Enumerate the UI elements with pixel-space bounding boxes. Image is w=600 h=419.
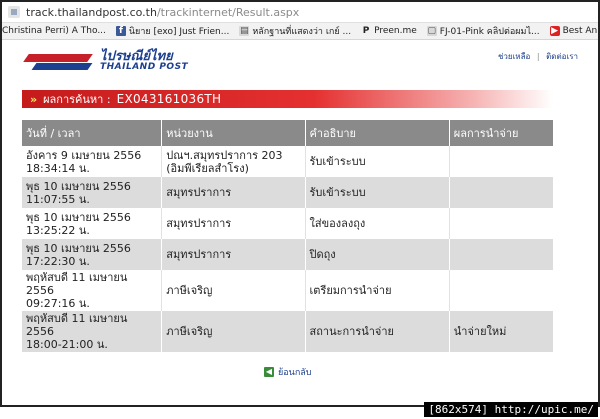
preen-icon: P xyxy=(362,26,370,36)
bookmark-label: Christina Perri) A Tho... xyxy=(2,26,106,36)
bookmark-label: FJ-01-Pink คลิปต่อผมไ... xyxy=(439,27,540,37)
bookmark-label: นิยาย [exo] Just Frien... xyxy=(128,27,230,37)
address-bar[interactable]: track.thailandpost.co.th/trackinternet/R… xyxy=(2,2,598,23)
browser-window: track.thailandpost.co.th/trackinternet/R… xyxy=(0,0,600,407)
result-header: » ผลการค้นหา : EX043161036TH xyxy=(22,90,553,108)
tracking-table: วันที่ / เวลา หน่วยงาน คำอธิบาย ผลการนำจ… xyxy=(22,120,553,352)
bookmark-item[interactable]: ▢ FJ-01-Pink คลิปต่อผมไ... xyxy=(426,24,540,38)
url-host: track.thailandpost.co.th xyxy=(26,5,157,19)
cell-office: สมุทรปราการ xyxy=(161,208,306,239)
cell-datetime: พุธ 10 เมษายน 2556 17:22:30 น. xyxy=(22,239,163,270)
column-header-office: หน่วยงาน xyxy=(161,120,306,146)
cell-office: ภาษีเจริญ xyxy=(161,270,306,311)
cell-result xyxy=(449,208,553,239)
logo-thai: ไปรษณีย์ไทย xyxy=(100,49,173,64)
cell-description: รับเข้าระบบ xyxy=(305,177,450,208)
document-icon: ▤ xyxy=(239,26,250,36)
youtube-icon: ▶ xyxy=(549,26,560,36)
result-label: ผลการค้นหา : xyxy=(43,93,111,106)
bookmarks-bar: Christina Perri) A Tho... f นิยาย [exo] … xyxy=(2,23,598,40)
contact-link[interactable]: ติดต่อเรา xyxy=(546,52,578,61)
bookmark-item[interactable]: ▤ หลักฐานที่แสดงว่า เกย์ ... xyxy=(239,24,351,38)
cell-time: 13:25:22 น. xyxy=(26,223,90,237)
table-row: พุธ 10 เมษายน 2556 13:25:22 น. สมุทรปรากา… xyxy=(22,208,553,239)
cell-datetime: พฤหัสบดี 11 เมษายน 2556 18:00-21:00 น. xyxy=(22,311,163,352)
cell-office: สมุทรปราการ xyxy=(161,177,306,208)
logo-text: ไปรษณีย์ไทย THAILAND POST xyxy=(100,49,189,73)
cell-time: 09:27:16 น. xyxy=(26,297,90,310)
image-watermark: [862x574] http://upic.me/ xyxy=(424,402,598,417)
cell-time: 17:22:30 น. xyxy=(26,254,90,268)
cell-datetime: พุธ 10 เมษายน 2556 13:25:22 น. xyxy=(22,208,163,239)
cell-date: พฤหัสบดี 11 เมษายน 2556 xyxy=(26,271,128,297)
cell-description: รับเข้าระบบ xyxy=(305,146,450,177)
cell-date: พุธ 10 เมษายน 2556 xyxy=(26,241,131,255)
bookmark-label: หลักฐานที่แสดงว่า เกย์ ... xyxy=(252,27,352,37)
bookmark-item[interactable]: Christina Perri) A Tho... xyxy=(2,26,106,36)
table-row: พุธ 10 เมษายน 2556 17:22:30 น. สมุทรปรากา… xyxy=(22,239,553,270)
cell-datetime: อังคาร 9 เมษายน 2556 18:34:14 น. xyxy=(22,146,163,177)
url-text[interactable]: track.thailandpost.co.th/trackinternet/R… xyxy=(26,6,299,19)
table-row: พุธ 10 เมษายน 2556 11:07:55 น. สมุทรปรากา… xyxy=(22,177,553,208)
cell-time: 18:00-21:00 น. xyxy=(26,338,108,351)
table-row: พฤหัสบดี 11 เมษายน 2556 18:00-21:00 น. ภา… xyxy=(22,311,553,352)
back-label: ย้อนกลับ xyxy=(278,368,312,378)
bookmark-item[interactable]: ▶ Best Anime OSTs - Sis ... xyxy=(549,26,598,36)
cell-date: พุธ 10 เมษายน 2556 xyxy=(26,210,131,224)
cell-office: สมุทรปราการ xyxy=(161,239,306,270)
table-row: พฤหัสบดี 11 เมษายน 2556 09:27:16 น. ภาษีเ… xyxy=(22,270,553,311)
cell-office: ภาษีเจริญ xyxy=(161,311,306,352)
cell-time: 18:34:14 น. xyxy=(26,161,90,175)
top-links: ช่วยเหลือ | ติดต่อเรา xyxy=(494,50,578,63)
cell-result xyxy=(449,270,553,311)
table-header-row: วันที่ / เวลา หน่วยงาน คำอธิบาย ผลการนำจ… xyxy=(22,120,553,146)
facebook-icon: f xyxy=(115,26,126,36)
bookmark-label: Best Anime OSTs - Sis ... xyxy=(562,26,598,36)
cell-result xyxy=(449,239,553,270)
column-header-description: คำอธิบาย xyxy=(305,120,450,146)
logo-english: THAILAND POST xyxy=(100,62,189,72)
link-separator: | xyxy=(536,52,540,61)
bookmark-item[interactable]: f นิยาย [exo] Just Frien... xyxy=(115,24,230,38)
bookmark-label: Preen.me xyxy=(374,26,417,36)
cell-office-line1: ปณฯ.สมุทรปราการ 203 xyxy=(166,148,283,162)
bookmark-item[interactable]: P Preen.me xyxy=(361,26,417,36)
page-icon: ▢ xyxy=(426,26,437,36)
page-favicon-icon xyxy=(8,6,20,18)
back-arrow-icon: ◀ xyxy=(264,367,274,377)
column-header-datetime: วันที่ / เวลา xyxy=(22,120,163,146)
double-chevron-icon: » xyxy=(30,92,38,106)
cell-result: นำจ่ายใหม่ xyxy=(449,311,553,352)
cell-description: ใส่ของลงถุง xyxy=(305,208,450,239)
cell-datetime: พฤหัสบดี 11 เมษายน 2556 09:27:16 น. xyxy=(22,270,163,311)
table-row: อังคาร 9 เมษายน 2556 18:34:14 น. ปณฯ.สมุท… xyxy=(22,146,553,177)
cell-datetime: พุธ 10 เมษายน 2556 11:07:55 น. xyxy=(22,177,163,208)
cell-time: 11:07:55 น. xyxy=(26,192,90,206)
page-content: ไปรษณีย์ไทย THAILAND POST ช่วยเหลือ | ติ… xyxy=(2,40,598,405)
cell-date: อังคาร 9 เมษายน 2556 xyxy=(26,148,142,162)
tracking-code: EX043161036TH xyxy=(116,92,222,106)
thailand-post-logo[interactable]: ไปรษณีย์ไทย THAILAND POST xyxy=(23,48,196,76)
back-link[interactable]: ◀ ย้อนกลับ xyxy=(264,365,312,379)
logo-wings-icon xyxy=(23,50,96,74)
cell-result xyxy=(449,146,553,177)
cell-description: ปิดถุง xyxy=(305,239,450,270)
column-header-result: ผลการนำจ่าย xyxy=(449,120,553,146)
cell-date: พฤหัสบดี 11 เมษายน 2556 xyxy=(26,312,128,338)
cell-date: พุธ 10 เมษายน 2556 xyxy=(26,179,131,193)
cell-description: สถานะการนำจ่าย xyxy=(305,311,450,352)
cell-result xyxy=(449,177,553,208)
cell-description: เตรียมการนำจ่าย xyxy=(305,270,450,311)
cell-office-line2: (อิมพีเรียลสำโรง) xyxy=(166,161,249,175)
help-link[interactable]: ช่วยเหลือ xyxy=(498,52,530,61)
cell-office: ปณฯ.สมุทรปราการ 203 (อิมพีเรียลสำโรง) xyxy=(161,146,306,177)
url-path: /trackinternet/Result.aspx xyxy=(156,5,300,19)
